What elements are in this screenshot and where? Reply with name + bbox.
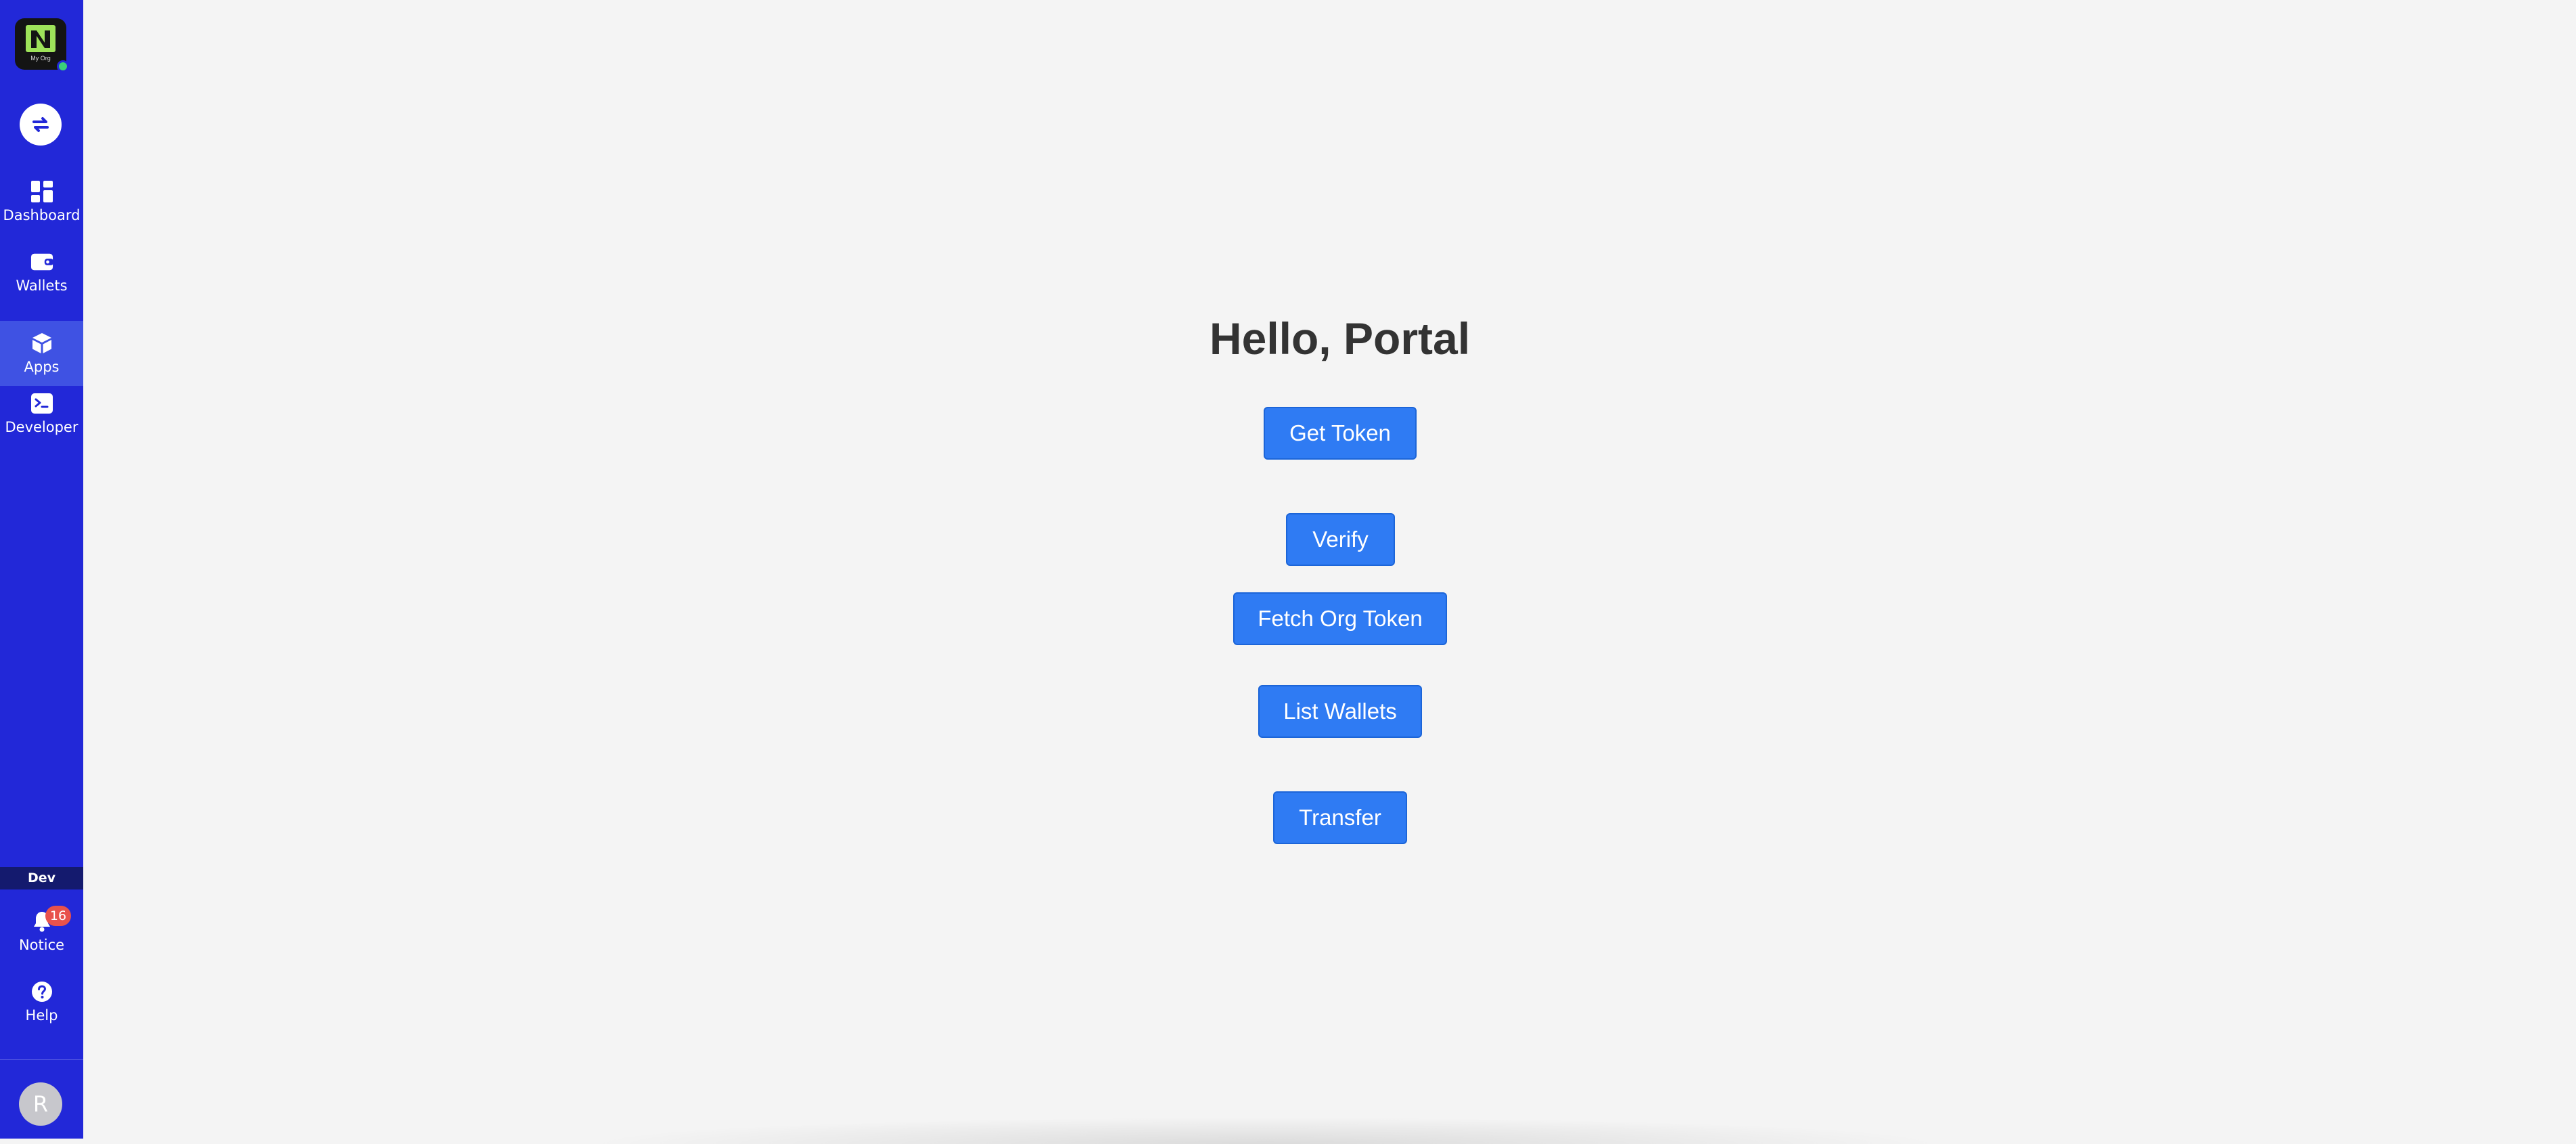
sidebar-item-label: Notice	[18, 937, 65, 953]
main-content: Hello, Portal Get Token Verify Fetch Org…	[83, 0, 2576, 1139]
notification-count-badge: 16	[45, 906, 71, 926]
environment-indicator: Dev	[0, 867, 83, 889]
get-token-button[interactable]: Get Token	[1264, 407, 1417, 460]
sidebar: My Org Dashboard Wallets Apps Developer …	[0, 0, 83, 1139]
dashboard-grid-icon	[30, 180, 53, 203]
sidebar-item-help[interactable]: Help	[0, 969, 83, 1034]
online-status-dot	[57, 60, 69, 72]
sidebar-item-wallets[interactable]: Wallets	[0, 240, 83, 305]
sidebar-item-label: Wallets	[16, 278, 68, 294]
sidebar-item-label: Apps	[24, 359, 60, 375]
sidebar-item-apps[interactable]: Apps	[0, 321, 83, 386]
wallet-icon	[30, 250, 53, 273]
terminal-icon	[30, 392, 53, 415]
org-logo[interactable]: My Org	[15, 18, 69, 72]
verify-button[interactable]: Verify	[1286, 513, 1395, 566]
list-wallets-button[interactable]: List Wallets	[1258, 685, 1422, 738]
sidebar-item-dashboard[interactable]: Dashboard	[0, 169, 83, 234]
sidebar-item-label: Developer	[5, 419, 79, 435]
bottom-panel-shadow	[582, 1117, 1949, 1144]
sidebar-item-label: Help	[25, 1007, 58, 1024]
sidebar-divider	[0, 1059, 83, 1060]
swap-arrows-icon	[32, 117, 49, 132]
sidebar-item-developer[interactable]: Developer	[0, 381, 83, 446]
transfer-button[interactable]: Transfer	[1273, 791, 1407, 844]
help-circle-icon	[30, 980, 53, 1003]
org-logo-text: My Org	[30, 55, 51, 62]
switch-org-button[interactable]	[20, 104, 62, 146]
user-avatar[interactable]: R	[19, 1082, 62, 1126]
fetch-org-token-button[interactable]: Fetch Org Token	[1233, 592, 1447, 645]
org-logo-mark	[26, 25, 55, 52]
page-heading: Hello, Portal	[1209, 313, 1471, 364]
sidebar-item-label: Dashboard	[3, 207, 81, 223]
cube-icon	[30, 332, 53, 355]
sidebar-item-notice[interactable]: Notice	[0, 899, 83, 964]
